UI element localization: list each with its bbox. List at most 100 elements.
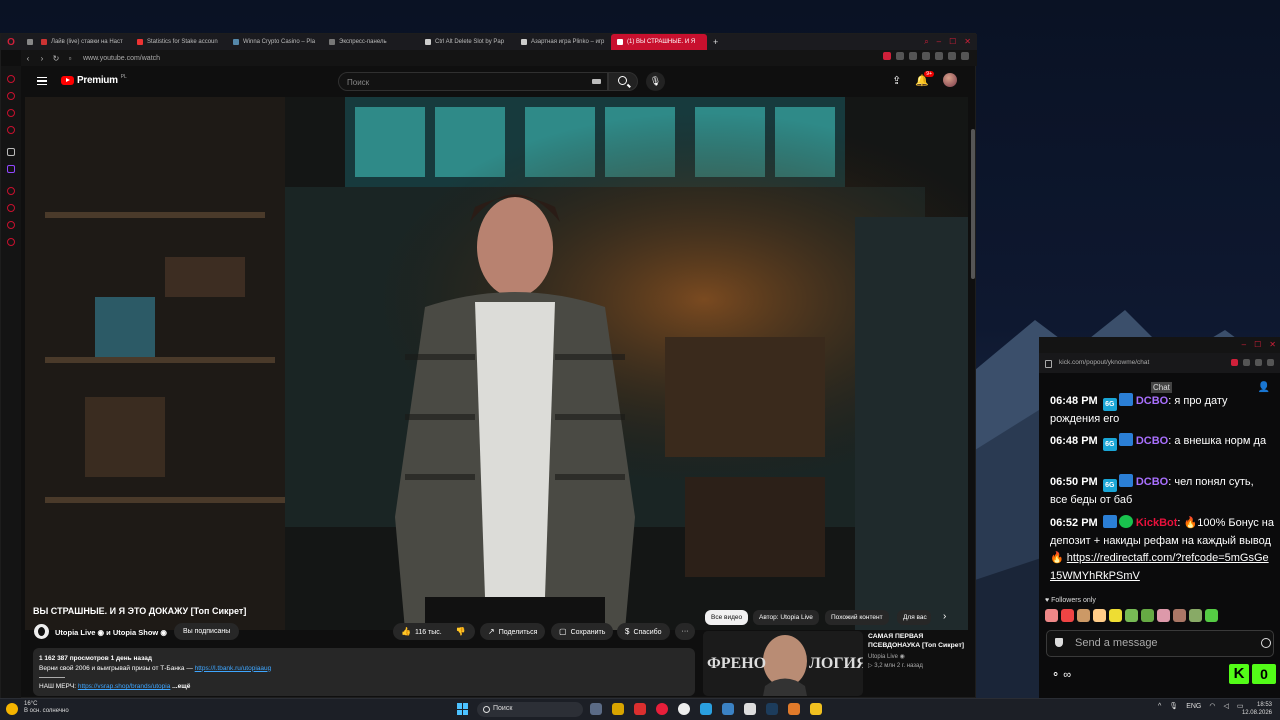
- chat-username[interactable]: DCBO: [1136, 435, 1168, 447]
- tab-6-active[interactable]: (1) ВЫ СТРАШНЫЕ. И Я: [611, 34, 707, 50]
- extension-icon[interactable]: [896, 52, 904, 60]
- maximize-button[interactable]: ☐: [1254, 340, 1261, 349]
- download-icon[interactable]: [935, 52, 943, 60]
- bell-icon[interactable]: 🔔 9+: [915, 70, 934, 87]
- app-icon[interactable]: [788, 703, 800, 715]
- account-icon[interactable]: [948, 52, 956, 60]
- emote-icon[interactable]: [1141, 609, 1154, 622]
- back-icon[interactable]: ‹: [21, 54, 35, 63]
- vpn-icon[interactable]: [722, 703, 734, 715]
- sidebar-downloads-icon[interactable]: [7, 221, 15, 229]
- steam-icon[interactable]: [766, 703, 778, 715]
- keyboard-icon[interactable]: [592, 79, 601, 84]
- emote-icon[interactable]: [1205, 609, 1218, 622]
- sidebar-kick-icon[interactable]: [7, 148, 15, 156]
- sidebar-aria-icon[interactable]: [7, 75, 15, 83]
- tab-4[interactable]: Ctrl Alt Delete Slot by Pap: [419, 34, 515, 50]
- emote-icon[interactable]: [1173, 609, 1186, 622]
- recommended-thumbnail[interactable]: ФРЕНО ЛОГИЯ: [703, 631, 863, 696]
- emote-icon[interactable]: [1157, 609, 1170, 622]
- emote-icon[interactable]: [1189, 609, 1202, 622]
- adblock-icon[interactable]: [1231, 359, 1238, 366]
- snapshot-icon[interactable]: [922, 52, 930, 60]
- clock[interactable]: 18:53 12.08.2026: [1242, 701, 1272, 717]
- emote-icon[interactable]: [1061, 609, 1074, 622]
- hamburger-menu-icon[interactable]: [37, 77, 47, 85]
- download-icon[interactable]: [1267, 359, 1274, 366]
- tab-3[interactable]: Экспресс-панель: [323, 34, 419, 50]
- chat-link[interactable]: https://redirectaff.com/?refcode=5mGsGe1…: [1050, 552, 1269, 582]
- chat-username[interactable]: KickBot: [1136, 517, 1178, 529]
- chip-for-you[interactable]: Для вас: [897, 610, 931, 625]
- task-view-icon[interactable]: [590, 703, 602, 715]
- new-tab-button[interactable]: +: [707, 34, 721, 50]
- opera-gx-icon[interactable]: [634, 703, 646, 715]
- weather-sun-icon[interactable]: [6, 703, 18, 715]
- search-button[interactable]: [608, 72, 638, 91]
- maximize-button[interactable]: ☐: [949, 37, 956, 47]
- minimize-button[interactable]: –: [1242, 340, 1246, 349]
- url-field[interactable]: www.youtube.com/watch: [83, 55, 160, 62]
- yandex-icon[interactable]: [678, 703, 690, 715]
- adblock-icon[interactable]: [883, 52, 891, 60]
- close-button[interactable]: ✕: [964, 37, 971, 47]
- menu-icon[interactable]: [961, 52, 969, 60]
- emote-icon[interactable]: [1045, 609, 1058, 622]
- merch-link[interactable]: https://vsrap.shop/brands/utopia: [78, 683, 171, 690]
- chat-message-input[interactable]: Send a message: [1046, 630, 1274, 657]
- tab-1[interactable]: Statistics for Stake accoun: [131, 34, 227, 50]
- emote-icon[interactable]: [1125, 609, 1138, 622]
- windows-start-icon[interactable]: [457, 703, 469, 715]
- wifi-icon[interactable]: ◠: [1209, 702, 1215, 710]
- recommended-title[interactable]: САМАЯ ПЕРВАЯ ПСЕВДОНАУКА [Топ Сикрет]: [868, 632, 968, 650]
- chat-username[interactable]: DCBO: [1136, 395, 1168, 407]
- more-actions-button[interactable]: ···: [675, 623, 695, 640]
- sidebar-clock-icon[interactable]: [7, 204, 15, 212]
- tab-5[interactable]: Азартная игра Plinko – игр: [515, 34, 611, 50]
- chevron-up-icon[interactable]: ^: [1158, 703, 1161, 710]
- snapshot-icon[interactable]: [1255, 359, 1262, 366]
- description-box[interactable]: 1 162 387 просмотров 1 день назад Верни …: [33, 648, 695, 696]
- sidebar-history-icon[interactable]: [7, 92, 15, 100]
- app-icon[interactable]: [810, 703, 822, 715]
- microphone-icon[interactable]: 🎙: [1169, 702, 1178, 710]
- scrollbar-thumb[interactable]: [971, 129, 975, 279]
- avatar[interactable]: [943, 73, 957, 87]
- video-player[interactable]: [25, 97, 968, 630]
- subscribed-button[interactable]: Вы подписаны: [174, 623, 240, 640]
- search-input[interactable]: Поиск: [338, 72, 608, 91]
- file-explorer-icon[interactable]: [612, 703, 624, 715]
- tab-workspace[interactable]: [21, 34, 35, 50]
- extension-icon[interactable]: [909, 52, 917, 60]
- chat-username[interactable]: DCBO: [1136, 476, 1168, 488]
- tab-2[interactable]: Winna Crypto Casino – Pla: [227, 34, 323, 50]
- minimize-button[interactable]: –: [937, 37, 941, 47]
- channel-name[interactable]: Utopia Live ◉ и Utopia Show ◉: [55, 628, 167, 637]
- sidebar-bookmarks-icon[interactable]: [7, 187, 15, 195]
- channel-points[interactable]: ⚬ ∞: [1051, 668, 1071, 681]
- opera-icon[interactable]: [656, 703, 668, 715]
- recommended-channel[interactable]: Utopia Live ◉: [868, 653, 905, 660]
- emote-icon[interactable]: [1077, 609, 1090, 622]
- weather-widget[interactable]: 16°C В осн. солнечно: [24, 701, 69, 715]
- emoji-icon[interactable]: [1261, 638, 1271, 648]
- sidebar-messenger-icon[interactable]: [7, 126, 15, 134]
- forward-icon[interactable]: ›: [35, 54, 49, 63]
- app-icon[interactable]: [744, 703, 756, 715]
- emote-icon[interactable]: [1093, 609, 1106, 622]
- share-button[interactable]: ↗ Поделиться: [480, 623, 546, 640]
- sidebar-player-icon[interactable]: [7, 109, 15, 117]
- upload-icon[interactable]: ⇪: [892, 74, 901, 87]
- extension-icon[interactable]: [1243, 359, 1250, 366]
- reload-icon[interactable]: ↻: [49, 54, 63, 63]
- chevron-right-icon[interactable]: ›: [943, 611, 946, 622]
- chip-related[interactable]: Похожий контент: [825, 610, 889, 625]
- close-button[interactable]: ✕: [1269, 340, 1276, 349]
- youtube-logo[interactable]: Premium PL: [61, 74, 127, 86]
- opera-menu-button[interactable]: O: [1, 34, 21, 50]
- show-more-link[interactable]: ...ещё: [172, 683, 190, 690]
- tab-0[interactable]: Лайв (live) ставки на Наст: [35, 34, 131, 50]
- emote-icon[interactable]: [1109, 609, 1122, 622]
- telegram-icon[interactable]: [700, 703, 712, 715]
- kick-count-badge[interactable]: 0: [1252, 664, 1276, 684]
